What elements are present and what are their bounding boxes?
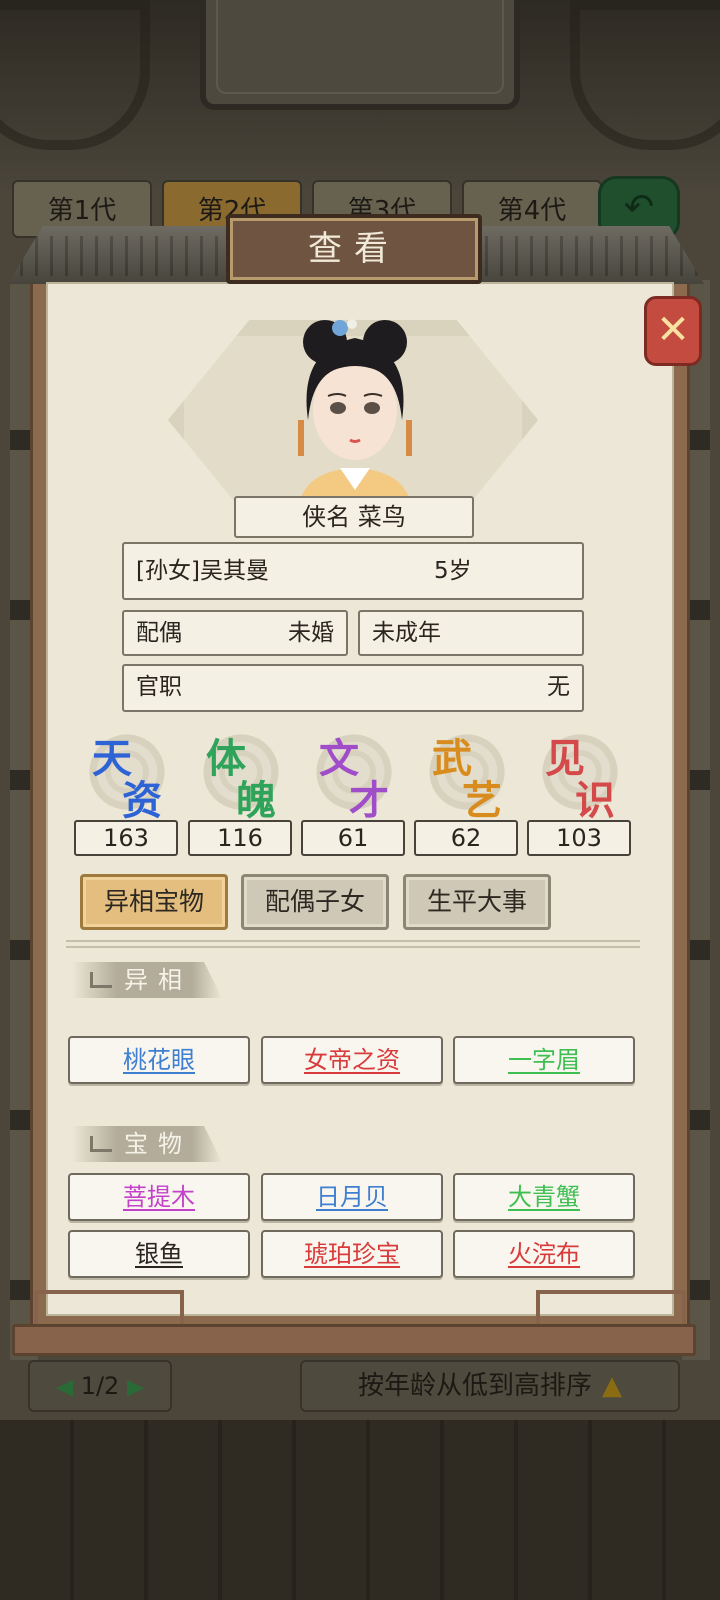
tab-life-events[interactable]: 生平大事: [403, 874, 551, 930]
return-arrow-icon: ↶: [623, 187, 655, 228]
stat-literature: 文 才 61: [301, 724, 407, 856]
tab-traits-treasures[interactable]: 异相宝物: [80, 874, 228, 930]
sort-triangle-icon: ▲: [602, 1371, 623, 1401]
dialog-title-plaque: 查看: [226, 214, 482, 284]
stat-literature-char-2: 才: [349, 777, 389, 824]
spouse-value: 未婚: [288, 620, 334, 646]
stat-physique-char-2: 魄: [236, 777, 276, 824]
treasures-section-header: 宝物: [72, 1126, 222, 1162]
stat-physique: 体 魄 116: [188, 724, 294, 856]
trait-item[interactable]: 桃花眼: [68, 1036, 250, 1084]
page-number: 1/2: [80, 1372, 120, 1400]
trait-item[interactable]: 一字眉: [453, 1036, 635, 1084]
office-value: 无: [547, 674, 570, 700]
stat-knowledge: 见 识 103: [527, 724, 633, 856]
treasure-item[interactable]: 菩提木: [68, 1173, 250, 1221]
stat-martial: 武 艺 62: [414, 724, 520, 856]
spouse-label: 配偶: [136, 620, 182, 646]
relation-name: [孙女]吴其曼: [136, 558, 269, 584]
adult-status-field: 未成年: [358, 610, 584, 656]
stat-martial-emblem: 武 艺: [414, 724, 520, 824]
tab-spouse-children[interactable]: 配偶子女: [241, 874, 389, 930]
treasure-item[interactable]: 日月贝: [261, 1173, 443, 1221]
stat-knowledge-char-2: 识: [575, 777, 615, 824]
adult-status: 未成年: [372, 620, 441, 646]
page-indicator: ◀ 1/2 ▶: [28, 1360, 172, 1412]
stat-martial-char-2: 艺: [462, 777, 502, 824]
stat-physique-emblem: 体 魄: [188, 724, 294, 824]
traits-section-title: 异相: [124, 966, 192, 994]
dialog-bottom-rod: [12, 1324, 696, 1356]
stat-talent-char-2: 资: [122, 777, 162, 824]
dialog-title: 查看: [308, 229, 400, 269]
stat-literature-emblem: 文 才: [301, 724, 407, 824]
age-value: 5岁: [434, 558, 472, 584]
next-page-icon[interactable]: ▶: [127, 1375, 144, 1400]
spouse-field: 配偶 未婚: [122, 610, 348, 656]
close-icon: ✕: [656, 307, 690, 353]
lattice-ornament-icon: [90, 972, 112, 988]
treasure-item[interactable]: 火浣布: [453, 1230, 635, 1278]
office-field: 官职 无: [122, 664, 584, 712]
sort-button[interactable]: 按年龄从低到高排序 ▲: [300, 1360, 680, 1412]
treasure-item[interactable]: 银鱼: [68, 1230, 250, 1278]
stat-knowledge-emblem: 见 识: [527, 724, 633, 824]
prev-page-icon[interactable]: ◀: [56, 1375, 73, 1400]
office-label: 官职: [136, 674, 182, 700]
relation-name-field: [孙女]吴其曼 5岁: [122, 542, 584, 600]
wall-painting: [200, 0, 520, 110]
treasures-section-title: 宝物: [124, 1130, 192, 1158]
treasure-item[interactable]: 大青蟹: [453, 1173, 635, 1221]
traits-section-header: 异相: [72, 962, 222, 998]
lattice-ornament-icon: [90, 1136, 112, 1152]
stat-talent: 天 资 163: [74, 724, 180, 856]
sort-label: 按年龄从低到高排序: [358, 1371, 593, 1401]
stat-talent-emblem: 天 资: [74, 724, 180, 824]
trait-item[interactable]: 女帝之资: [261, 1036, 443, 1084]
section-divider: [66, 940, 640, 948]
character-portrait: [298, 319, 412, 500]
treasure-item[interactable]: 琥珀珍宝: [261, 1230, 443, 1278]
hero-name: 侠名 菜鸟: [234, 496, 474, 538]
scene-floor: [0, 1420, 720, 1600]
close-button[interactable]: ✕: [644, 296, 702, 366]
